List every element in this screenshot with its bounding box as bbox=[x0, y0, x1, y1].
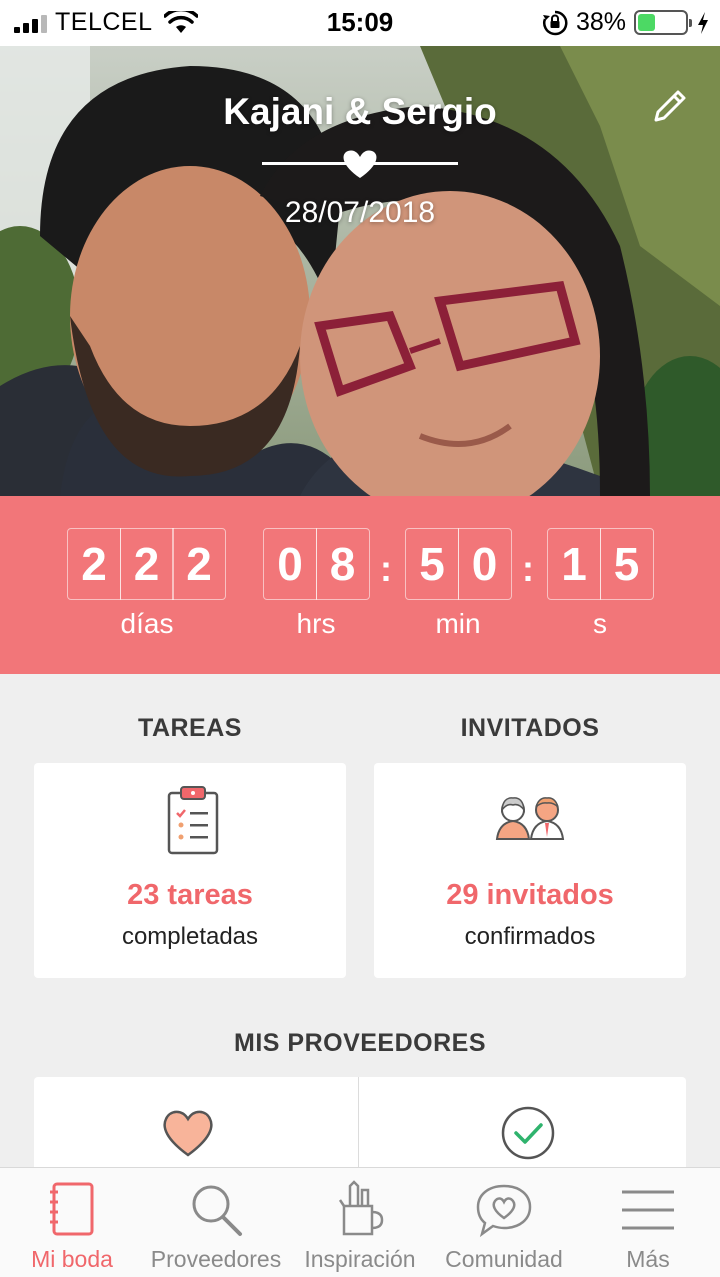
hours-digit: 8 bbox=[315, 528, 370, 600]
days-digit: 2 bbox=[172, 528, 226, 600]
charging-bolt-icon bbox=[698, 11, 708, 34]
pencil-icon[interactable] bbox=[650, 86, 690, 126]
menu-icon bbox=[622, 1190, 674, 1230]
status-bar: TELCEL 15:09 38% bbox=[0, 0, 720, 46]
tasks-subtitle: completadas bbox=[121, 923, 259, 950]
tab-label: Mi boda bbox=[31, 1246, 113, 1272]
tasks-card[interactable]: 23 tareas completadas bbox=[34, 763, 346, 978]
guests-subtitle: confirmados bbox=[464, 923, 596, 950]
heart-chat-icon bbox=[476, 1184, 532, 1238]
notebook-icon bbox=[50, 1182, 94, 1236]
tab-inspiracion[interactable]: Inspiración bbox=[288, 1168, 432, 1277]
tasks-count: 23 tareas bbox=[127, 879, 253, 911]
tab-label: Proveedores bbox=[150, 1246, 282, 1272]
checkmark-circle-icon[interactable] bbox=[500, 1105, 556, 1161]
days-digit: 2 bbox=[67, 528, 121, 600]
wedding-date: 28/07/2018 bbox=[284, 196, 436, 229]
minutes-counter: 5 0 bbox=[405, 528, 512, 600]
tab-comunidad[interactable]: Comunidad bbox=[432, 1168, 576, 1277]
rotation-lock-icon bbox=[542, 10, 568, 35]
guests-count: 29 invitados bbox=[446, 879, 614, 911]
seconds-digit: 1 bbox=[547, 528, 601, 600]
vendors-title: MIS PROVEEDORES bbox=[234, 1029, 486, 1057]
battery-icon bbox=[634, 10, 692, 35]
hours-label: hrs bbox=[296, 608, 336, 639]
guests-card[interactable]: 29 invitados confirmados bbox=[374, 763, 686, 978]
hours-counter: 0 8 bbox=[263, 528, 370, 600]
wedding-countdown: 2 2 2 días 0 8 hrs : 5 0 min : 1 5 s bbox=[0, 496, 720, 674]
days-counter: 2 2 2 bbox=[67, 528, 226, 600]
bottom-tab-bar: Mi boda Proveedores Inspiración Comunida… bbox=[0, 1167, 720, 1277]
heart-icon[interactable] bbox=[160, 1107, 216, 1159]
time-separator: : bbox=[380, 548, 392, 589]
seconds-digit: 5 bbox=[599, 528, 654, 600]
days-digit: 2 bbox=[119, 528, 174, 600]
tab-proveedores[interactable]: Proveedores bbox=[144, 1168, 288, 1277]
minutes-label: min bbox=[435, 608, 481, 639]
couple-photo-header: Kajani & Sergio 28/07/2018 bbox=[0, 46, 720, 496]
guests-title: INVITADOS bbox=[460, 714, 600, 742]
time-separator: : bbox=[522, 548, 534, 589]
tab-label: Más bbox=[626, 1246, 670, 1272]
tab-label: Inspiración bbox=[304, 1246, 416, 1272]
tab-mi-boda[interactable]: Mi boda bbox=[0, 1168, 144, 1277]
seconds-label: s bbox=[593, 608, 607, 639]
couple-names: Kajani & Sergio bbox=[223, 91, 497, 132]
tab-mas[interactable]: Más bbox=[576, 1168, 720, 1277]
tasks-title: TAREAS bbox=[138, 714, 242, 742]
minutes-digit: 0 bbox=[457, 528, 512, 600]
seconds-counter: 1 5 bbox=[547, 528, 654, 600]
couple-icon bbox=[495, 797, 565, 840]
clipboard-checklist-icon bbox=[167, 786, 219, 855]
hours-digit: 0 bbox=[263, 528, 317, 600]
search-icon bbox=[192, 1185, 242, 1236]
tab-label: Comunidad bbox=[445, 1246, 563, 1272]
heart-divider-icon bbox=[262, 150, 458, 178]
battery-percentage: 38% bbox=[575, 8, 626, 36]
days-label: días bbox=[120, 608, 174, 639]
minutes-digit: 5 bbox=[405, 528, 459, 600]
pencil-cup-icon bbox=[338, 1180, 384, 1236]
